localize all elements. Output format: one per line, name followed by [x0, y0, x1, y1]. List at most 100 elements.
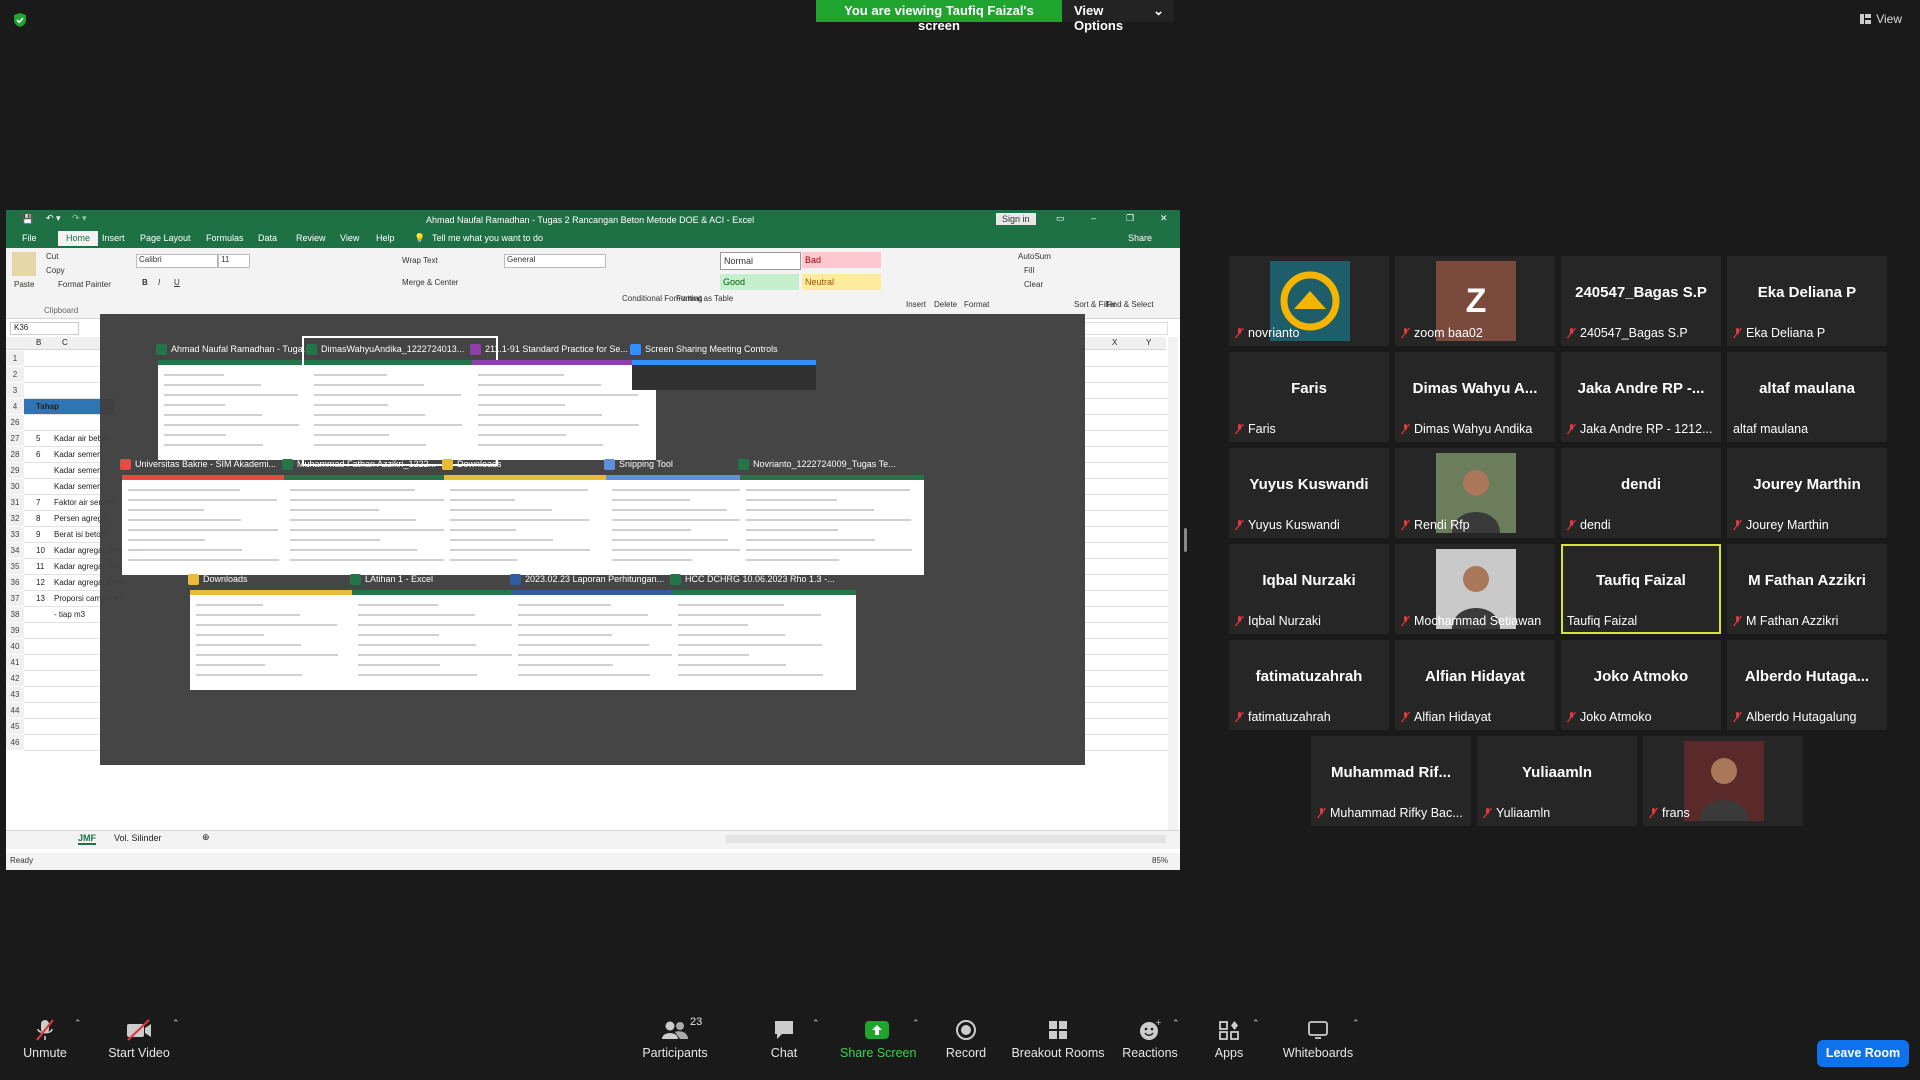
- sheet-tab-vol-silinder[interactable]: Vol. Silinder: [114, 833, 162, 843]
- row-number[interactable]: 3: [6, 383, 24, 398]
- participant-tile[interactable]: 240547_Bagas S.P 240547_Bagas S.P: [1561, 256, 1721, 346]
- breakout-rooms-button[interactable]: Breakout Rooms: [1010, 1018, 1106, 1060]
- participant-tile[interactable]: M Fathan Azzikri M Fathan Azzikri: [1727, 544, 1887, 634]
- cell-b[interactable]: 8: [36, 514, 40, 523]
- number-format-field[interactable]: General: [504, 254, 606, 268]
- sheet-tab-jmf[interactable]: JMF: [78, 833, 96, 845]
- cell-b[interactable]: Tahap: [36, 402, 59, 411]
- participant-tile[interactable]: Yuliaamln Yuliaamln: [1477, 736, 1637, 826]
- copy-button[interactable]: Copy: [46, 266, 65, 275]
- row-number[interactable]: 44: [6, 703, 24, 718]
- share-screen-button[interactable]: Share Screen: [840, 1018, 916, 1060]
- cell-b[interactable]: 9: [36, 530, 40, 539]
- whiteboards-button[interactable]: Whiteboards: [1280, 1018, 1356, 1060]
- apps-button[interactable]: Apps: [1208, 1018, 1250, 1060]
- participant-tile[interactable]: fatimatuzahrah fatimatuzahrah: [1229, 640, 1389, 730]
- horizontal-scrollbar[interactable]: [726, 835, 1166, 843]
- tab-view[interactable]: View: [340, 233, 359, 243]
- row-number[interactable]: 28: [6, 447, 24, 462]
- style-bad[interactable]: Bad: [802, 252, 881, 268]
- row-number[interactable]: 27: [6, 431, 24, 446]
- cell-c[interactable]: Berat isi beton: [54, 530, 105, 539]
- style-neutral[interactable]: Neutral: [802, 274, 881, 290]
- delete-cells-button[interactable]: Delete: [934, 300, 957, 309]
- participant-tile[interactable]: Eka Deliana P Eka Deliana P: [1727, 256, 1887, 346]
- participant-tile[interactable]: Alberdo Hutaga... Alberdo Hutagalung: [1727, 640, 1887, 730]
- view-options-button[interactable]: View Options ⌄: [1062, 0, 1174, 33]
- row-number[interactable]: 37: [6, 591, 24, 606]
- row-number[interactable]: 39: [6, 623, 24, 638]
- participant-tile[interactable]: Jaka Andre RP -... Jaka Andre RP - 1212..…: [1561, 352, 1721, 442]
- tell-me-search[interactable]: Tell me what you want to do: [432, 233, 543, 243]
- participant-tile[interactable]: Joko Atmoko Joko Atmoko: [1561, 640, 1721, 730]
- tab-data[interactable]: Data: [258, 233, 277, 243]
- cell-c[interactable]: Kadar semen: [54, 482, 102, 491]
- cell-c[interactable]: - tiap m3: [54, 610, 85, 619]
- row-number[interactable]: 38: [6, 607, 24, 622]
- leave-room-button[interactable]: Leave Room: [1817, 1040, 1909, 1067]
- whiteboards-options-chevron-icon[interactable]: ⌃: [1352, 1018, 1360, 1029]
- clear-button[interactable]: Clear: [1024, 280, 1043, 289]
- row-number[interactable]: 30: [6, 479, 24, 494]
- row-number[interactable]: 35: [6, 559, 24, 574]
- split-resize-handle[interactable]: [1184, 528, 1187, 552]
- participant-tile[interactable]: Jourey Marthin Jourey Marthin: [1727, 448, 1887, 538]
- bold-button[interactable]: B: [142, 278, 148, 287]
- cell-b[interactable]: 11: [36, 562, 44, 571]
- participant-tile[interactable]: Dimas Wahyu A... Dimas Wahyu Andika: [1395, 352, 1555, 442]
- cell-b[interactable]: 5: [36, 434, 40, 443]
- participant-tile[interactable]: dendi dendi: [1561, 448, 1721, 538]
- chat-options-chevron-icon[interactable]: ⌃: [812, 1018, 820, 1029]
- row-number[interactable]: 2: [6, 367, 24, 382]
- italic-button[interactable]: I: [158, 278, 160, 287]
- add-sheet-icon[interactable]: ⊕: [202, 832, 210, 843]
- row-number[interactable]: 32: [6, 511, 24, 526]
- find-select-button[interactable]: Find & Select: [1106, 300, 1154, 309]
- column-header[interactable]: Y: [1146, 338, 1151, 347]
- wrap-text-button[interactable]: Wrap Text: [402, 256, 438, 265]
- row-number[interactable]: 41: [6, 655, 24, 670]
- tab-home[interactable]: Home: [58, 231, 99, 246]
- switcher-window-tile[interactable]: Downloads: [188, 570, 376, 692]
- row-number[interactable]: 31: [6, 495, 24, 510]
- row-number[interactable]: 46: [6, 735, 24, 750]
- cell-b[interactable]: 13: [36, 594, 45, 603]
- switcher-window-tile[interactable]: Universitas Bakrie - SIM Akademi...: [120, 455, 308, 577]
- row-number[interactable]: 26: [6, 415, 24, 430]
- cell-c[interactable]: Kadar semen: [54, 466, 102, 475]
- redo-icon[interactable]: ↷ ▾: [72, 213, 87, 224]
- participant-tile[interactable]: Rendi Rfp: [1395, 448, 1555, 538]
- participant-tile[interactable]: novrianto: [1229, 256, 1389, 346]
- underline-button[interactable]: U: [174, 278, 180, 287]
- cell-b[interactable]: 6: [36, 450, 40, 459]
- vertical-scrollbar[interactable]: [1168, 337, 1178, 831]
- paste-icon[interactable]: [12, 252, 36, 276]
- security-shield-icon[interactable]: [12, 12, 28, 28]
- column-header[interactable]: B: [36, 338, 41, 347]
- participant-tile[interactable]: Iqbal Nurzaki Iqbal Nurzaki: [1229, 544, 1389, 634]
- row-number[interactable]: 34: [6, 543, 24, 558]
- cell-b[interactable]: 7: [36, 498, 40, 507]
- participant-tile[interactable]: Alfian Hidayat Alfian Hidayat: [1395, 640, 1555, 730]
- tab-page-layout[interactable]: Page Layout: [140, 233, 191, 243]
- style-good[interactable]: Good: [720, 274, 799, 290]
- minimize-icon[interactable]: –: [1091, 213, 1096, 223]
- column-header[interactable]: C: [62, 338, 68, 347]
- fill-button[interactable]: Fill: [1024, 266, 1034, 275]
- participants-button[interactable]: 23 Participants: [640, 1016, 710, 1060]
- cell-c[interactable]: Kadar semen: [54, 450, 102, 459]
- participant-tile[interactable]: Yuyus Kuswandi Yuyus Kuswandi: [1229, 448, 1389, 538]
- cut-button[interactable]: Cut: [46, 252, 58, 261]
- participant-tile[interactable]: Muhammad Rif... Muhammad Rifky Bac...: [1311, 736, 1471, 826]
- name-box[interactable]: K36: [10, 322, 79, 335]
- zoom-level[interactable]: 85%: [1152, 856, 1168, 865]
- record-button[interactable]: Record: [944, 1018, 988, 1060]
- row-number[interactable]: 4: [6, 399, 24, 414]
- row-number[interactable]: 40: [6, 639, 24, 654]
- participant-tile[interactable]: Faris Faris: [1229, 352, 1389, 442]
- row-number[interactable]: 1: [6, 351, 24, 366]
- row-number[interactable]: 29: [6, 463, 24, 478]
- restore-icon[interactable]: ❐: [1126, 213, 1134, 224]
- reactions-button[interactable]: + Reactions: [1122, 1018, 1178, 1060]
- style-normal[interactable]: Normal: [720, 252, 801, 270]
